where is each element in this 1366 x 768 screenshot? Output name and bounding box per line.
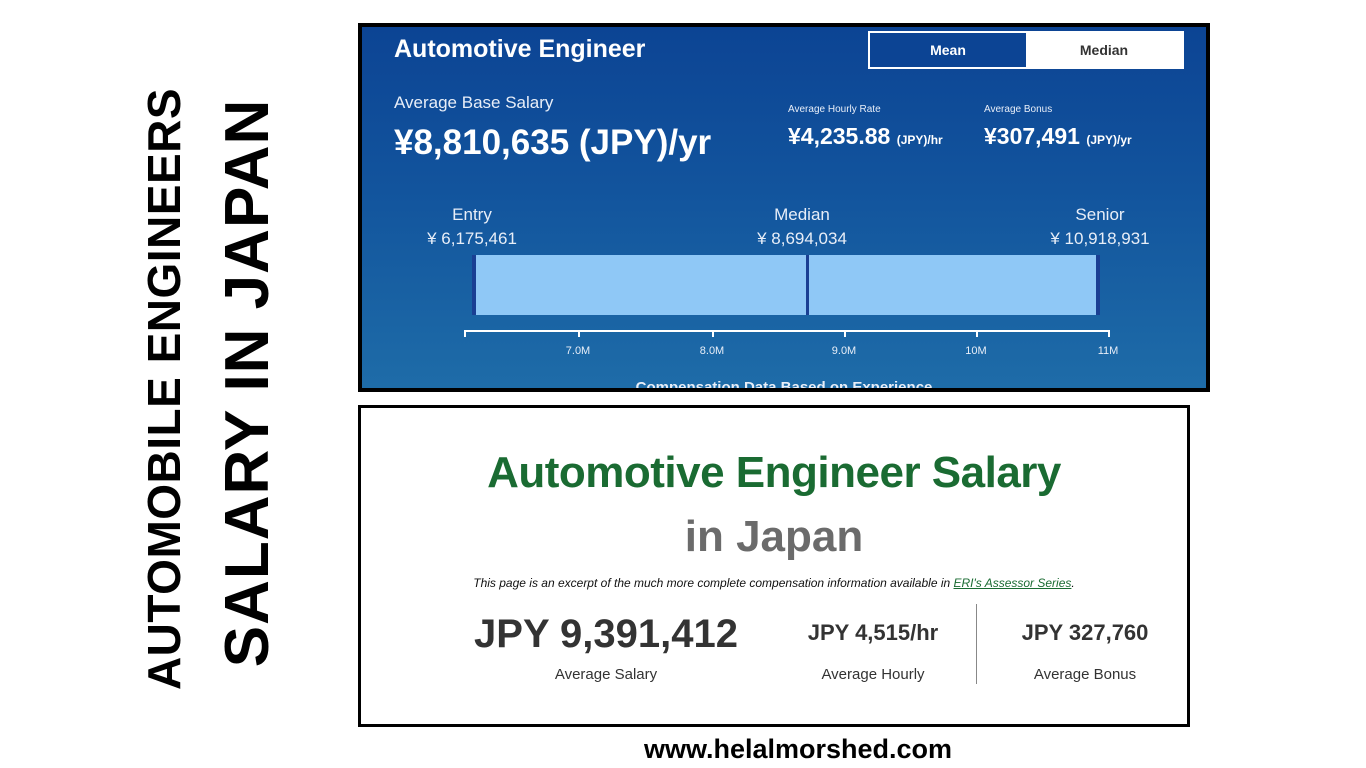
- salary-range-bar: [472, 255, 1100, 315]
- mean-median-toggle[interactable]: Mean Median: [868, 31, 1184, 69]
- avg-hourly-rate-label: Average Hourly Rate: [788, 104, 881, 115]
- avg-hourly-rate-unit: (JPY)/hr: [896, 133, 943, 147]
- median-button[interactable]: Median: [1026, 33, 1182, 67]
- avg-bonus: ¥307,491 (JPY)/yr: [984, 123, 1132, 150]
- axis-tick: [976, 330, 978, 337]
- axis-tick-label: 9.0M: [831, 345, 857, 357]
- avg-base-salary-label: Average Base Salary: [394, 93, 554, 112]
- senior-value: ¥ 10,918,931: [1050, 229, 1150, 248]
- average-bonus-value: JPY 327,760: [1021, 620, 1149, 645]
- stat-divider: [976, 604, 977, 684]
- salary-summary-panel: Automotive Engineer Mean Median Average …: [358, 23, 1210, 392]
- axis-tick: [844, 330, 846, 337]
- entry-label: Entry: [452, 205, 492, 224]
- axis-tick-label: 11M: [1097, 345, 1119, 357]
- avg-base-salary-value: ¥8,810,635 (JPY)/yr: [394, 123, 712, 162]
- mean-button[interactable]: Mean: [870, 33, 1026, 67]
- chart-caption: Compensation Data Based on Experience: [635, 379, 933, 392]
- eri-salary-panel: Automotive Engineer Salary in Japan This…: [358, 405, 1190, 727]
- average-salary-label: Average Salary: [554, 666, 658, 683]
- median-value: ¥ 8,694,034: [757, 229, 847, 248]
- excerpt-note-text: This page is an excerpt of the much more…: [473, 576, 954, 590]
- axis-tick-label: 10M: [965, 345, 987, 357]
- average-bonus-label: Average Bonus: [1033, 666, 1137, 683]
- axis-tick: [712, 330, 714, 337]
- avg-bonus-unit: (JPY)/yr: [1086, 133, 1132, 147]
- avg-hourly-rate-value: ¥4,235.88: [788, 123, 891, 149]
- excerpt-note: This page is an excerpt of the much more…: [361, 576, 1187, 590]
- axis-tick: [1108, 330, 1110, 337]
- page-title: Automotive Engineer Salary: [487, 448, 1061, 497]
- vertical-heading-line1: AUTOMOBILE ENGINEERS: [138, 87, 190, 691]
- excerpt-note-end: .: [1071, 576, 1075, 590]
- median-label: Median: [774, 205, 830, 224]
- site-url[interactable]: www.helalmorshed.com: [0, 734, 1366, 765]
- avg-bonus-value: ¥307,491: [984, 123, 1080, 149]
- median-marker: [806, 255, 809, 315]
- assessor-series-link[interactable]: ERI's Assessor Series: [954, 576, 1072, 590]
- job-title: Automotive Engineer: [394, 35, 646, 63]
- page-subtitle: in Japan: [684, 512, 864, 561]
- axis-tick: [464, 330, 466, 337]
- senior-label: Senior: [1075, 205, 1125, 224]
- average-hourly-value: JPY 4,515/hr: [807, 620, 939, 645]
- vertical-heading-line2: SALARY IN JAPAN: [213, 98, 282, 668]
- entry-value: ¥ 6,175,461: [427, 229, 517, 248]
- average-salary-value: JPY 9,391,412: [474, 612, 738, 656]
- axis-tick-label: 7.0M: [565, 345, 591, 357]
- axis-tick: [578, 330, 580, 337]
- salary-axis: [464, 330, 1110, 332]
- avg-bonus-label: Average Bonus: [984, 104, 1053, 115]
- avg-hourly-rate: ¥4,235.88 (JPY)/hr: [788, 123, 943, 150]
- average-hourly-label: Average Hourly: [821, 666, 925, 683]
- axis-tick-label: 8.0M: [699, 345, 725, 357]
